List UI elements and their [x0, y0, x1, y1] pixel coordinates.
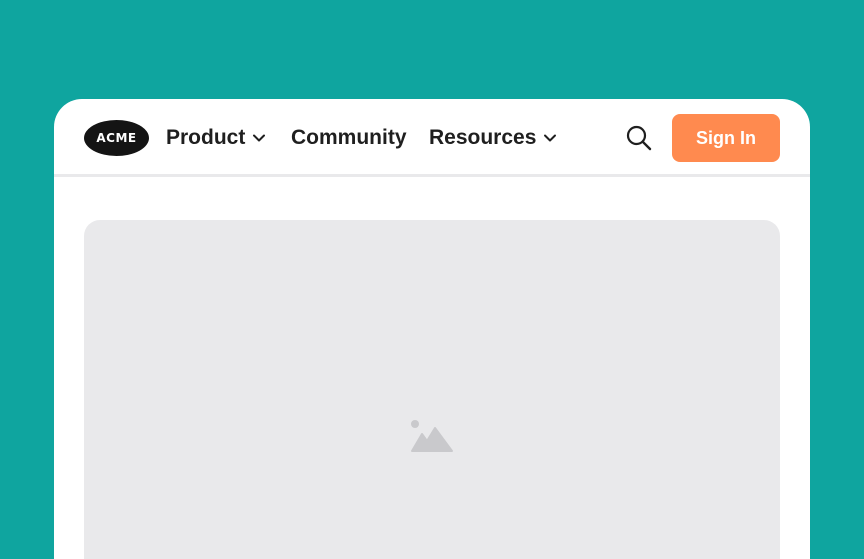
nav-item-community[interactable]: Community — [291, 123, 407, 153]
search-icon — [626, 125, 652, 151]
sign-in-button[interactable]: Sign In — [672, 114, 780, 162]
chevron-down-icon — [544, 134, 557, 142]
logo-text: ACME — [96, 131, 137, 145]
hero-image-placeholder — [84, 220, 780, 559]
site-card: ACME Product Community Resources Sign In — [54, 99, 810, 559]
nav-item-product[interactable]: Product — [166, 123, 266, 153]
acme-logo[interactable]: ACME — [84, 120, 149, 156]
chevron-down-icon — [253, 134, 266, 142]
nav-item-label: Community — [291, 126, 407, 149]
nav-item-label: Resources — [429, 126, 537, 149]
search-button[interactable] — [624, 123, 654, 153]
image-placeholder-icon — [411, 420, 453, 452]
top-navbar: ACME Product Community Resources Sign In — [54, 99, 810, 177]
nav-item-label: Product — [166, 126, 246, 149]
nav-item-resources[interactable]: Resources — [429, 123, 557, 153]
